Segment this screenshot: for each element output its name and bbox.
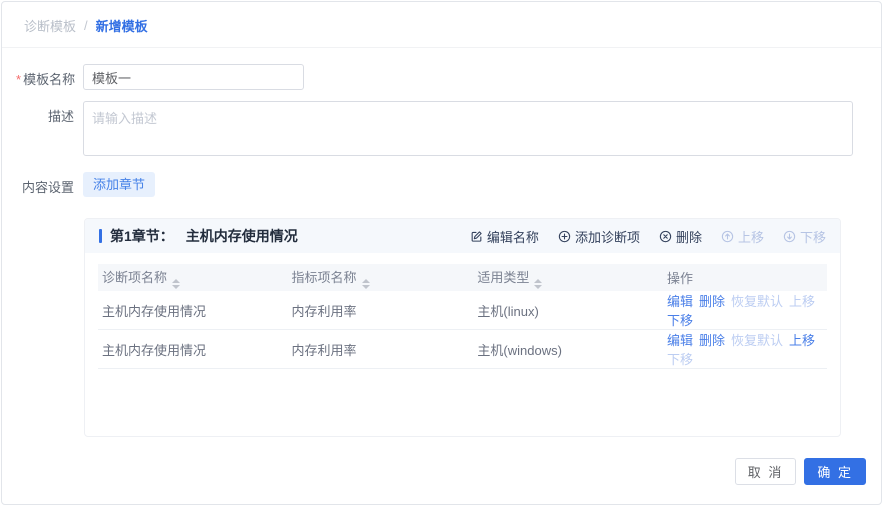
arrow-up-circle-icon: [721, 230, 734, 243]
cell-diagnostic-name: 主机内存使用情况: [98, 291, 288, 330]
cell-metric-name: 内存利用率: [288, 291, 474, 330]
cancel-button[interactable]: 取 消: [735, 458, 797, 485]
template-name-input[interactable]: [83, 64, 304, 90]
arrow-down-circle-icon: [783, 230, 796, 243]
move-chapter-up-action[interactable]: 上移: [721, 227, 764, 246]
row-move-down-link[interactable]: 下移: [667, 352, 693, 367]
cell-apply-type: 主机(windows): [473, 330, 663, 369]
row-move-down-link[interactable]: 下移: [667, 313, 693, 328]
description-textarea[interactable]: [83, 101, 853, 156]
cell-apply-type: 主机(linux): [473, 291, 663, 330]
move-chapter-down-action[interactable]: 下移: [783, 227, 826, 246]
new-template-page: 诊断模板 / 新增模板 *模板名称 描述 内容设置 添加章节 第1章节： 主机内…: [1, 1, 882, 505]
diagnostic-table-wrap: 诊断项名称 指标项名称 适用类型 操作 主机内存使用情况 内存利用率 主机(li…: [85, 253, 840, 369]
edit-square-icon: [470, 230, 483, 243]
chapter-panel: 第1章节： 主机内存使用情况 编辑名称 添加诊断项 删除 上移: [84, 218, 841, 437]
cell-operations: 编辑删除恢复默认上移下移: [663, 330, 827, 369]
row-move-up-link[interactable]: 上移: [789, 333, 815, 348]
content-settings-row: 内容设置 添加章节: [16, 172, 881, 197]
column-header-operation: 操作: [663, 264, 827, 291]
sort-icon[interactable]: [362, 279, 370, 289]
row-restore-default-link[interactable]: 恢复默认: [731, 294, 783, 309]
table-header-row: 诊断项名称 指标项名称 适用类型 操作: [98, 264, 827, 291]
chapter-actions: 编辑名称 添加诊断项 删除 上移 下移: [470, 227, 826, 246]
row-restore-default-link[interactable]: 恢复默认: [731, 333, 783, 348]
breadcrumb-current: 新增模板: [96, 16, 148, 35]
column-header-diagnostic-name[interactable]: 诊断项名称: [98, 264, 288, 291]
template-name-label: *模板名称: [16, 64, 74, 88]
breadcrumb-parent[interactable]: 诊断模板: [24, 16, 76, 35]
breadcrumb-separator: /: [84, 18, 88, 33]
sort-icon[interactable]: [534, 279, 542, 289]
table-row: 主机内存使用情况 内存利用率 主机(linux) 编辑删除恢复默认上移下移: [98, 291, 827, 330]
edit-name-action[interactable]: 编辑名称: [470, 227, 539, 246]
row-delete-link[interactable]: 删除: [699, 294, 725, 309]
add-diagnostic-action[interactable]: 添加诊断项: [558, 227, 640, 246]
chapter-panel-header: 第1章节： 主机内存使用情况 编辑名称 添加诊断项 删除 上移: [85, 219, 840, 253]
cell-operations: 编辑删除恢复默认上移下移: [663, 291, 827, 330]
add-chapter-button[interactable]: 添加章节: [83, 172, 155, 197]
row-delete-link[interactable]: 删除: [699, 333, 725, 348]
cell-diagnostic-name: 主机内存使用情况: [98, 330, 288, 369]
row-edit-link[interactable]: 编辑: [667, 294, 693, 309]
template-name-row: *模板名称: [16, 64, 881, 90]
template-form: *模板名称 描述 内容设置 添加章节: [2, 48, 881, 197]
content-settings-label: 内容设置: [16, 172, 74, 196]
row-move-up-link[interactable]: 上移: [789, 294, 815, 309]
plus-circle-icon: [558, 230, 571, 243]
required-mark: *: [16, 72, 21, 87]
column-header-apply-type[interactable]: 适用类型: [473, 264, 663, 291]
column-header-metric-name[interactable]: 指标项名称: [288, 264, 474, 291]
breadcrumb: 诊断模板 / 新增模板: [2, 2, 881, 48]
chapter-title: 主机内存使用情况: [186, 226, 298, 246]
footer-buttons: 取 消 确 定: [735, 458, 866, 485]
close-circle-icon: [659, 230, 672, 243]
description-label: 描述: [16, 101, 74, 125]
sort-icon[interactable]: [172, 279, 180, 289]
description-row: 描述: [16, 101, 881, 156]
diagnostic-table: 诊断项名称 指标项名称 适用类型 操作 主机内存使用情况 内存利用率 主机(li…: [98, 264, 827, 369]
chapter-prefix: 第1章节：: [110, 226, 174, 246]
confirm-button[interactable]: 确 定: [804, 458, 866, 485]
row-edit-link[interactable]: 编辑: [667, 333, 693, 348]
cell-metric-name: 内存利用率: [288, 330, 474, 369]
chapter-accent-bar: [99, 229, 102, 243]
delete-chapter-action[interactable]: 删除: [659, 227, 702, 246]
table-row: 主机内存使用情况 内存利用率 主机(windows) 编辑删除恢复默认上移下移: [98, 330, 827, 369]
